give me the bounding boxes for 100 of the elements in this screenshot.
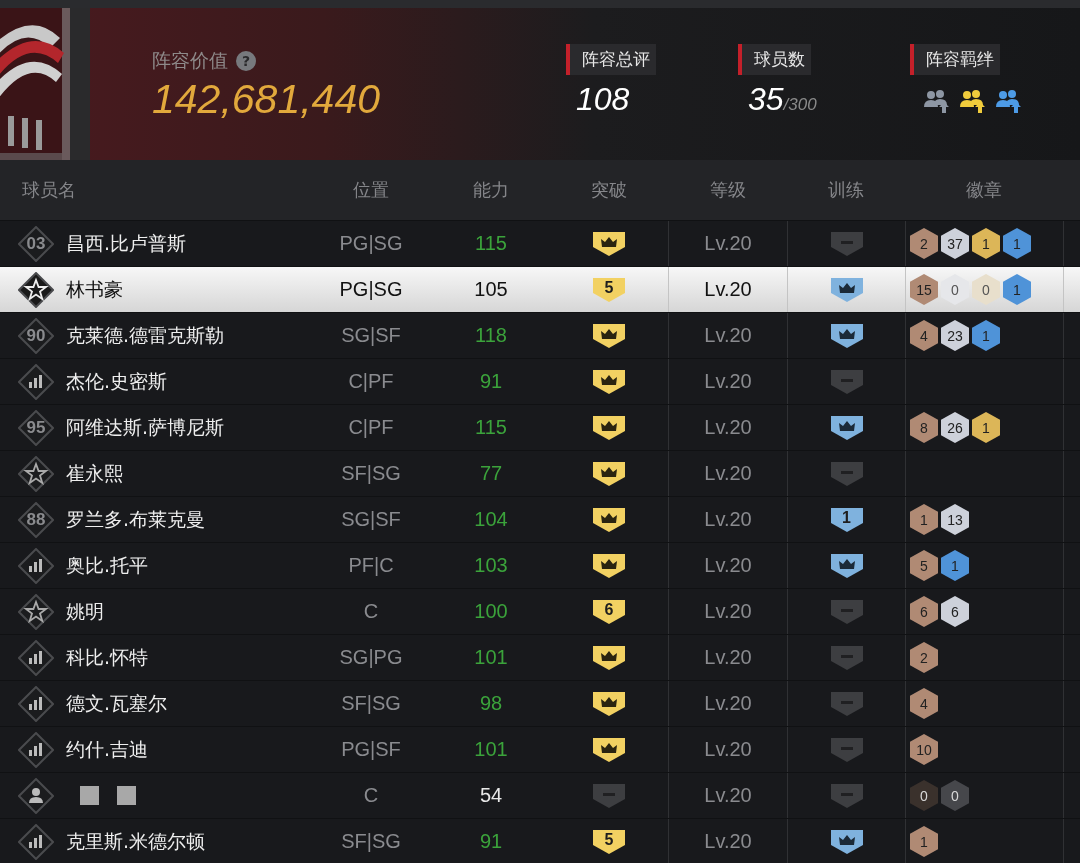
column-header[interactable]: 训练 <box>828 178 864 202</box>
rating-value: 103 <box>474 554 508 577</box>
column-header[interactable]: 徽章 <box>966 178 1002 202</box>
level-text: Lv.20 <box>704 692 752 715</box>
player-name: 科比.怀特 <box>66 644 149 670</box>
rating-value: 101 <box>474 738 508 761</box>
position-text: SG|PG <box>339 646 403 669</box>
rating-value: 118 <box>475 324 507 347</box>
person-icon <box>18 777 54 814</box>
empty-shield-icon <box>828 781 865 810</box>
level-text: Lv.20 <box>704 830 752 853</box>
player-row[interactable]: 88 罗兰多.布莱克曼 SG|SF 104 Lv.20 1 1 13 <box>0 496 1080 542</box>
empty-shield-icon <box>828 229 865 258</box>
player-name: 崔永熙 <box>66 460 123 486</box>
column-header[interactable]: 突破 <box>591 178 627 202</box>
position-text: PG|SG <box>339 278 403 301</box>
position-text: PG|SG <box>339 232 403 255</box>
signal-bars-icon <box>18 731 54 768</box>
player-row[interactable]: 杰伦.史密斯 C|PF 91 Lv.20 <box>0 358 1080 404</box>
rating-value: 91 <box>479 370 503 393</box>
star-diamond-icon <box>18 593 54 630</box>
level-text: Lv.20 <box>704 462 752 485</box>
player-name: 罗兰多.布莱克曼 <box>66 506 206 532</box>
player-name: 杰伦.史密斯 <box>66 368 168 394</box>
crown-shield-icon <box>828 275 865 304</box>
signal-bars-icon <box>18 363 54 400</box>
breakthrough-shield: 5 <box>591 827 627 856</box>
crown-shield-icon <box>828 827 865 856</box>
player-row[interactable]: 90 克莱德.德雷克斯勒 SG|SF 118 Lv.20 4 23 1 <box>0 312 1080 358</box>
empty-shield-icon <box>828 643 865 672</box>
player-row[interactable]: 奥比.托平 PF|C 103 Lv.20 5 1 <box>0 542 1080 588</box>
empty-shield-icon <box>828 367 865 396</box>
level-text: Lv.20 <box>704 370 752 393</box>
crown-shield-icon <box>591 505 627 534</box>
level-text: Lv.20 <box>704 784 752 807</box>
player-row[interactable]: 德文.瓦塞尔 SF|SG 98 Lv.20 4 <box>0 680 1080 726</box>
crown-shield-icon <box>828 413 865 442</box>
column-header[interactable]: 位置 <box>353 178 389 202</box>
crown-shield-icon <box>591 643 627 672</box>
column-header[interactable]: 等级 <box>709 178 746 202</box>
position-text: SF|SG <box>341 830 401 853</box>
breakthrough-shield: 5 <box>591 275 627 304</box>
tier-badge: 95 <box>18 409 54 446</box>
people-icon[interactable] <box>994 89 1022 113</box>
player-row[interactable]: 约什.吉迪 PG|SF 101 Lv.20 10 <box>0 726 1080 772</box>
level-text: Lv.20 <box>704 646 752 669</box>
level-text: Lv.20 <box>704 738 752 761</box>
level-text: Lv.20 <box>704 508 752 531</box>
training-shield: 1 <box>828 505 865 534</box>
player-name: 林书豪 <box>66 276 123 302</box>
level-text: Lv.20 <box>704 600 752 623</box>
position-text: SG|SF <box>341 508 401 531</box>
lineup-value-label: 阵容价值 <box>152 48 228 73</box>
player-name: 昌西.比卢普斯 <box>66 230 187 256</box>
lineup-value: 142,681,440 <box>152 76 381 123</box>
position-text: C|PF <box>348 370 394 393</box>
rating-value: 115 <box>475 416 507 439</box>
breakthrough-shield: 6 <box>591 597 627 626</box>
signal-bars-icon <box>18 823 54 860</box>
player-name: 奥比.托平 <box>66 552 149 578</box>
player-row[interactable]: 科比.怀特 SG|PG 101 Lv.20 2 <box>0 634 1080 680</box>
position-text: PF|C <box>348 554 394 577</box>
signal-bars-icon <box>18 685 54 722</box>
empty-shield-icon <box>828 597 865 626</box>
crown-shield-icon <box>591 413 627 442</box>
player-row[interactable]: 林书豪 PG|SG 105 5 Lv.20 15 0 0 1 <box>0 266 1080 312</box>
rating-value: 105 <box>474 278 508 301</box>
star-diamond-icon <box>18 271 54 308</box>
crown-shield-icon <box>591 551 627 580</box>
level-text: Lv.20 <box>704 554 752 577</box>
rating-value: 77 <box>479 462 503 485</box>
tier-badge: 03 <box>18 225 54 262</box>
rating-value: 98 <box>479 692 503 715</box>
level-text: Lv.20 <box>704 416 752 439</box>
column-header[interactable]: 球员名 <box>22 178 76 202</box>
star-diamond-icon <box>18 455 54 492</box>
rating-value: 104 <box>474 508 508 531</box>
people-icon[interactable] <box>958 89 986 113</box>
level-text: Lv.20 <box>704 232 752 255</box>
column-header[interactable]: 能力 <box>473 178 509 202</box>
rating-value: 100 <box>474 600 508 623</box>
crown-shield-icon <box>591 689 627 718</box>
position-text: C <box>363 784 379 807</box>
crown-shield-icon <box>828 551 865 580</box>
empty-shield-icon <box>828 735 865 764</box>
crown-shield-icon <box>591 735 627 764</box>
player-row[interactable]: 95 阿维达斯.萨博尼斯 C|PF 115 Lv.20 8 26 1 <box>0 404 1080 450</box>
stat-total: /300 <box>783 95 817 115</box>
player-row[interactable]: 克里斯.米德尔顿 SF|SG 91 5 Lv.20 1 <box>0 818 1080 863</box>
people-icon[interactable] <box>922 89 950 113</box>
empty-shield-icon <box>828 689 865 718</box>
stat-label: 球员数 <box>738 44 811 75</box>
player-row[interactable]: C 54 Lv.20 0 0 <box>0 772 1080 818</box>
player-row[interactable]: 崔永熙 SF|SG 77 Lv.20 <box>0 450 1080 496</box>
crown-shield-icon <box>591 321 627 350</box>
tier-badge: 90 <box>18 317 54 354</box>
position-text: SG|SF <box>341 324 401 347</box>
crown-shield-icon <box>591 459 627 488</box>
player-name: 克里斯.米德尔顿 <box>66 828 206 854</box>
player-row[interactable]: 姚明 C 100 6 Lv.20 6 6 <box>0 588 1080 634</box>
